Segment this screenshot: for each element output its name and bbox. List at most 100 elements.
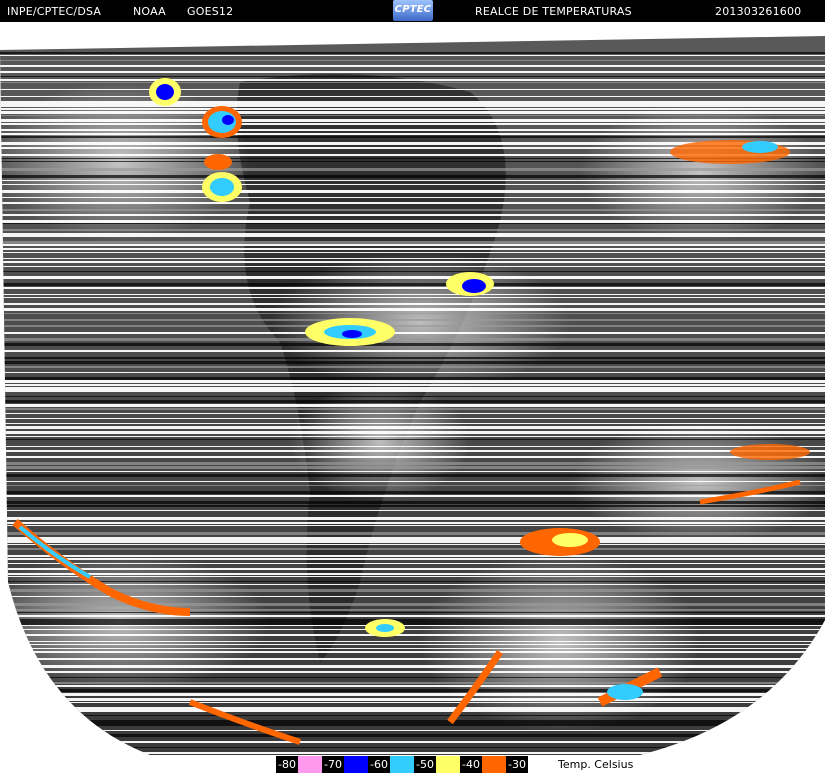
scan-line [0,313,825,314]
scan-line [0,377,825,380]
scan-line [0,710,825,712]
scan-line [0,197,825,198]
scan-line [0,123,825,125]
scan-line [0,439,825,440]
legend-swatch-minus40 [482,756,506,773]
scan-line [0,89,825,90]
scan-line [0,184,825,185]
scan-line [0,101,825,104]
scan-line [0,366,825,368]
scan-line [0,584,825,585]
legend-swatch-minus80 [298,756,322,773]
scan-line [0,79,825,81]
scan-line [0,431,825,434]
scan-line [0,241,825,244]
cptec-logo: CPTEC [393,0,433,21]
scan-line [0,71,825,73]
scan-line [0,136,825,138]
scan-line [0,651,825,653]
scan-line [0,689,825,692]
scan-line [0,111,825,114]
scan-line [0,229,825,231]
scan-line [0,168,825,171]
scan-line [0,648,825,649]
scan-line [0,252,825,253]
legend-label-minus80: -80 [276,756,298,773]
product-label: REALCE DE TEMPERATURAS [475,5,632,18]
scan-line [0,108,825,110]
scan-line [0,644,825,645]
scan-line [0,133,825,135]
source-label: INPE/CPTEC/DSA [7,5,102,18]
scan-line [0,685,825,687]
scan-line [0,390,825,392]
scan-line [0,233,825,236]
satellite-image [0,36,825,755]
legend-swatch-minus50 [436,756,460,773]
scan-line [0,658,825,660]
scan-line [0,244,825,246]
scan-line [0,568,825,570]
scan-line [0,283,825,286]
scan-line [0,332,825,334]
scan-line [0,589,825,592]
satellite-label: GOES12 [187,5,234,18]
legend-label-minus70: -70 [322,756,344,773]
scan-line [0,276,825,279]
scan-line [0,236,825,237]
scan-line [0,555,825,557]
scan-line [0,413,825,414]
scan-line [0,720,825,723]
scan-line [0,190,825,193]
scan-line [0,400,825,403]
scan-line [0,104,825,107]
scan-line [0,297,825,298]
scan-line [0,525,825,526]
scan-line [0,603,825,606]
scan-line [0,537,825,540]
scan-line [0,423,825,424]
scan-line [0,303,825,305]
scan-line [0,361,825,364]
scan-line [0,609,825,611]
scan-line [0,544,825,545]
scan-line [0,612,825,613]
scan-line [0,350,825,352]
scan-line [0,436,825,437]
scan-line [0,60,825,61]
scan-line [0,82,825,83]
scan-line [0,446,825,447]
scan-line [0,384,825,386]
legend-label-minus30: -30 [506,756,528,773]
scan-line [0,202,825,204]
scan-line [0,517,825,520]
scan-line [0,707,825,710]
scan-line [0,450,825,452]
scan-line [0,522,825,524]
scan-line [0,220,825,223]
scan-line [0,505,825,507]
scan-line [0,308,825,311]
scan-line [0,532,825,535]
scan-line [0,723,825,726]
scan-line [0,319,825,321]
legend-swatch-minus60 [390,756,414,773]
scan-line [0,481,825,482]
scan-line [0,615,825,617]
scan-line [0,294,825,295]
scan-line [0,741,825,743]
scan-line [0,665,825,668]
scan-line [0,641,825,642]
scan-line [0,747,825,748]
legend-swatch-minus70 [344,756,368,773]
scan-line [0,387,825,390]
scan-line [0,682,825,684]
scan-line [0,96,825,97]
scan-line [0,223,825,224]
scan-line [0,576,825,577]
legend-label-minus60: -60 [368,756,390,773]
scan-line [0,266,825,267]
scan-line [0,677,825,678]
scan-line [0,495,825,497]
scan-line [0,634,825,636]
